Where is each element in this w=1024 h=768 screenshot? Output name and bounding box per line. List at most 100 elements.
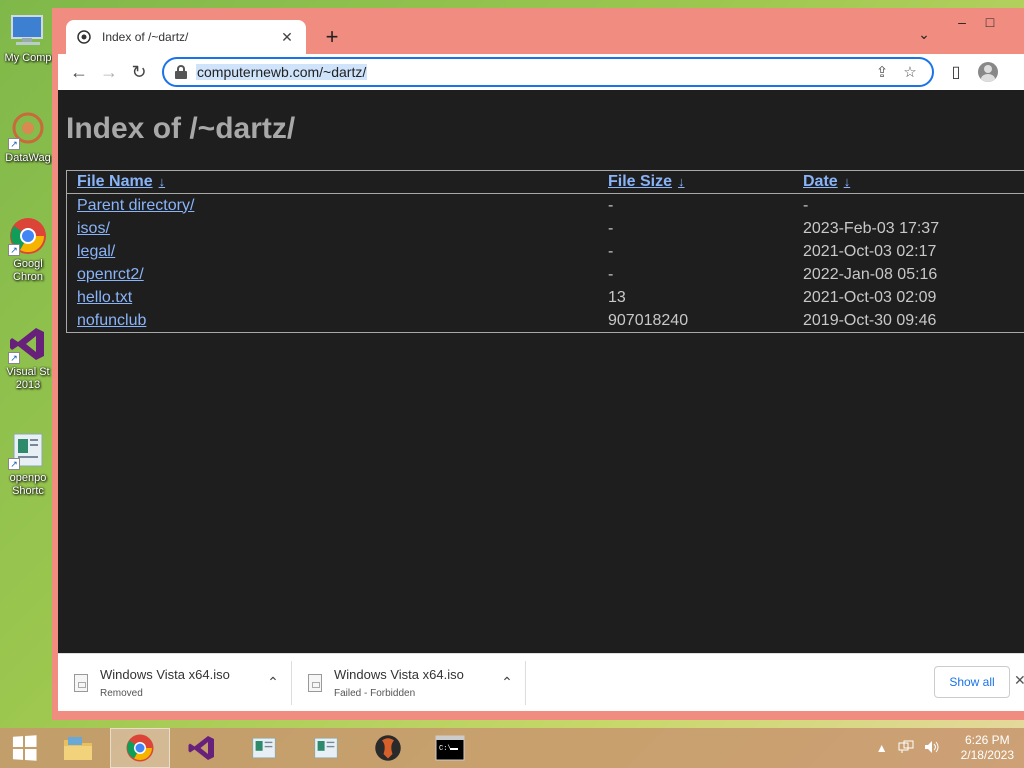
- maximize-button[interactable]: □: [976, 12, 1004, 32]
- desktop-icon-google-chrome[interactable]: ↗ Googl Chron: [0, 216, 56, 284]
- desktop-icon-my-computer[interactable]: My Comp: [0, 10, 56, 65]
- file-date: 2021-Oct-03 02:09: [803, 288, 937, 306]
- tab-strip: Index of /~dartz/ ✕ + ⌄ – □: [52, 8, 1024, 54]
- download-item[interactable]: Windows Vista x64.iso Failed - Forbidden…: [292, 660, 526, 705]
- new-tab-button[interactable]: +: [318, 24, 346, 52]
- address-bar[interactable]: computernewb.com/~dartz/ ⇪ ☆: [162, 57, 934, 87]
- file-date: 2023-Feb-03 17:37: [803, 219, 940, 237]
- tab-index-of-dartz[interactable]: Index of /~dartz/ ✕: [66, 20, 306, 54]
- file-icon: [74, 673, 88, 692]
- taskbar-document-app-2[interactable]: [296, 728, 356, 768]
- document-icon: [252, 737, 276, 759]
- taskbar-visual-studio[interactable]: [172, 728, 232, 768]
- chevron-up-icon[interactable]: ⌃: [259, 674, 287, 691]
- file-link[interactable]: hello.txt: [77, 289, 132, 306]
- page-favicon-icon: [76, 29, 92, 45]
- file-link[interactable]: legal/: [77, 243, 115, 260]
- command-prompt-icon: C:\: [435, 735, 465, 761]
- side-panel-icon[interactable]: ▯: [940, 57, 972, 87]
- sort-arrow-icon[interactable]: ↓: [159, 174, 166, 189]
- folder-icon: [64, 737, 92, 760]
- file-date: -: [803, 196, 809, 214]
- file-link[interactable]: Parent directory/: [77, 197, 194, 214]
- desktop-icons: My Comp ↗ DataWag ↗ Googl Chron ↗ Visual…: [0, 0, 56, 720]
- page-content: Index of /~dartz/ File Name ↓ File Size ↓ …: [58, 90, 1024, 653]
- sort-by-size-link[interactable]: File Size: [608, 173, 672, 190]
- sort-arrow-icon[interactable]: ↓: [844, 174, 851, 189]
- lock-icon[interactable]: [174, 65, 188, 79]
- file-date: 2019-Oct-30 09:46: [803, 311, 937, 329]
- column-header-file-name[interactable]: File Name ↓: [67, 173, 598, 191]
- taskbar-document-app-1[interactable]: [234, 728, 294, 768]
- system-tray: ▲ 6:26 PM 2/18/2023: [871, 728, 1024, 768]
- profile-button[interactable]: [972, 57, 1004, 87]
- back-button[interactable]: ←: [64, 57, 94, 87]
- file-size: -: [608, 196, 614, 214]
- desktop-icon-label: openpo Shortc: [9, 472, 47, 497]
- profile-avatar-icon: [978, 62, 998, 82]
- table-row: legal/ - 2021-Oct-03 02:17: [67, 240, 1024, 263]
- desktop-icon-label: DataWag: [5, 152, 51, 164]
- address-url[interactable]: computernewb.com/~dartz/: [196, 64, 368, 80]
- column-header-date[interactable]: Date ↓: [793, 173, 1024, 191]
- shortcut-arrow-icon: ↗: [8, 352, 20, 364]
- windows-logo-icon: [12, 735, 37, 761]
- datawag-icon: ↗: [8, 110, 48, 150]
- table-row: isos/ - 2023-Feb-03 17:37: [67, 217, 1024, 240]
- system-clock[interactable]: 6:26 PM 2/18/2023: [961, 733, 1014, 763]
- forward-button[interactable]: →: [94, 57, 124, 87]
- desktop-icon-datawag[interactable]: ↗ DataWag: [0, 110, 56, 165]
- file-link[interactable]: isos/: [77, 220, 110, 237]
- desktop-icon-label: My Comp: [4, 52, 52, 64]
- download-item[interactable]: Windows Vista x64.iso Removed ⌃: [58, 660, 292, 705]
- tab-close-icon[interactable]: ✕: [278, 29, 296, 46]
- column-header-file-size[interactable]: File Size ↓: [598, 173, 793, 191]
- close-download-bar-icon[interactable]: ✕: [1014, 672, 1024, 689]
- sort-arrow-icon[interactable]: ↓: [678, 174, 685, 189]
- bookmark-star-icon[interactable]: ☆: [896, 63, 924, 81]
- file-link[interactable]: nofunclub: [77, 312, 146, 329]
- download-status: Removed: [100, 687, 143, 699]
- taskbar-google-chrome[interactable]: [110, 728, 170, 768]
- volume-icon[interactable]: [924, 740, 940, 757]
- tab-search-chevron-icon[interactable]: ⌄: [914, 26, 934, 46]
- shortcut-arrow-icon: ↗: [8, 138, 20, 150]
- start-button[interactable]: [0, 728, 48, 768]
- shortcut-arrow-icon: ↗: [8, 244, 20, 256]
- file-date: 2021-Oct-03 02:17: [803, 242, 937, 260]
- download-status: Failed - Forbidden: [334, 687, 416, 699]
- file-size: 907018240: [608, 311, 689, 329]
- browser-toolbar: ← → ↻ computernewb.com/~dartz/ ⇪ ☆ ▯: [58, 54, 1024, 90]
- taskbar-command-prompt[interactable]: C:\: [420, 728, 480, 768]
- shortcut-arrow-icon: ↗: [8, 458, 20, 470]
- network-icon[interactable]: [898, 740, 914, 757]
- download-filename: Windows Vista x64.iso: [334, 666, 464, 682]
- desktop-icon-openpo-shortcut[interactable]: ↗ openpo Shortc: [0, 430, 56, 498]
- sort-by-name-link[interactable]: File Name: [77, 173, 153, 190]
- desktop-icon-label: Visual St 2013: [6, 366, 50, 391]
- clock-date: 2/18/2023: [960, 748, 1014, 762]
- quake-icon: [375, 735, 401, 761]
- svg-text:C:\: C:\: [439, 745, 452, 753]
- visual-studio-icon: [188, 736, 214, 760]
- browser-window: Index of /~dartz/ ✕ + ⌄ – □ ← → ↻ comput…: [52, 8, 1024, 720]
- visual-studio-icon: ↗: [8, 324, 48, 364]
- file-size: 13: [608, 288, 626, 306]
- taskbar-quake-app[interactable]: [358, 728, 418, 768]
- table-row: nofunclub 907018240 2019-Oct-30 09:46: [67, 309, 1024, 332]
- file-size: -: [608, 242, 614, 260]
- file-size: -: [608, 265, 614, 283]
- desktop-icon-visual-studio[interactable]: ↗ Visual St 2013: [0, 324, 56, 392]
- show-hidden-icons-chevron-icon[interactable]: ▲: [876, 741, 888, 755]
- sort-by-date-link[interactable]: Date: [803, 173, 838, 190]
- chevron-up-icon[interactable]: ⌃: [493, 674, 521, 691]
- chrome-icon: [126, 734, 154, 762]
- reload-button[interactable]: ↻: [124, 57, 154, 87]
- share-icon[interactable]: ⇪: [868, 63, 896, 81]
- taskbar-file-explorer[interactable]: [48, 728, 108, 768]
- file-link[interactable]: openrct2/: [77, 266, 144, 283]
- minimize-button[interactable]: –: [948, 12, 976, 32]
- show-all-downloads-button[interactable]: Show all: [934, 666, 1010, 698]
- download-filename: Windows Vista x64.iso: [100, 666, 230, 682]
- file-size: -: [608, 219, 614, 237]
